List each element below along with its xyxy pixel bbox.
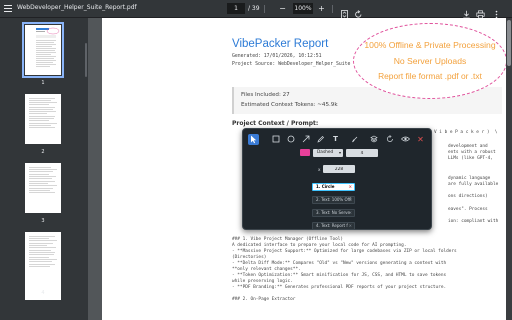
arrow-icon[interactable]: [300, 134, 311, 145]
text-fragment: eaves". Process: [448, 207, 488, 212]
thumbnail-label: 4: [41, 290, 45, 296]
layer-label: 2. Text: 100% Offl: [316, 197, 352, 202]
more-vert-icon[interactable]: [492, 4, 501, 19]
text-fragment: ion: compliant with: [448, 219, 499, 224]
page-thumbnail-1[interactable]: [22, 22, 64, 78]
stroke-width-input[interactable]: [346, 149, 378, 157]
text-icon[interactable]: T: [330, 134, 341, 145]
file-name: WebDeveloper_Helper_Suite_Report.pdf: [17, 4, 137, 11]
redo-icon[interactable]: [384, 134, 395, 145]
pdf-viewer: WebDeveloper_Helper_Suite_Report.pdf / 3…: [0, 0, 512, 320]
highlighter-icon[interactable]: [349, 134, 360, 145]
layer-item[interactable]: 4. Text: Report f ×: [312, 222, 355, 230]
layer-label: 3. Text: No Serve: [316, 210, 350, 215]
page-number-input[interactable]: [227, 3, 245, 14]
project-source: Project Source: WebDeveloper_Helper_Suit…: [232, 62, 351, 67]
eye-icon[interactable]: [400, 134, 411, 145]
close-icon[interactable]: ✕: [415, 134, 426, 145]
promo-offline-text: 100% Offline & Private Processing: [364, 40, 496, 50]
text-fragment: LLMs (like GPT-4,: [448, 156, 493, 161]
remove-layer-icon[interactable]: ×: [349, 223, 352, 229]
page-thumbnail-3[interactable]: [25, 163, 61, 213]
thumbnail-sidebar: 1 2 3 4: [0, 18, 88, 320]
remove-layer-icon[interactable]: ×: [349, 184, 352, 190]
pdf-toolbar: WebDeveloper_Helper_Suite_Report.pdf / 3…: [0, 0, 512, 19]
files-included: Files Included: 27: [241, 92, 290, 98]
thumbnail-label: 3: [41, 218, 45, 224]
document-scrollbar[interactable]: [506, 18, 512, 320]
layer-item[interactable]: 1. Circle ×: [312, 183, 355, 191]
promo-ellipse[interactable]: 100% Offline & Private Processing No Ser…: [353, 23, 507, 99]
layer-item[interactable]: 2. Text: 100% Offl ×: [312, 196, 355, 204]
code-line: - **PDF Branding:** Generates profession…: [232, 285, 447, 290]
text-fragment: ons directions): [448, 194, 488, 199]
thumbnail-label: 2: [41, 149, 45, 155]
layer-label: 1. Circle: [316, 184, 335, 189]
fit-page-icon[interactable]: [340, 4, 349, 19]
line-style-select[interactable]: Dashed: [313, 149, 343, 157]
zoom-out-button[interactable]: −: [277, 3, 288, 14]
page-thumbnail-2[interactable]: [25, 94, 61, 144]
generated-date: Generated: 17/01/2026, 10:12:51: [232, 54, 322, 59]
page-total: / 39: [248, 5, 260, 12]
toolbar-divider: [332, 5, 333, 13]
zoom-input[interactable]: [293, 3, 313, 14]
print-icon[interactable]: [476, 4, 485, 19]
scrollbar-thumb[interactable]: [507, 20, 511, 66]
promo-no-upload-text: No Server Uploads: [393, 56, 467, 66]
annotation-toolbox: T ✕ Dashed x 1. Circle × 2. Text: 100% O…: [242, 128, 432, 230]
hamburger-icon[interactable]: [4, 5, 12, 13]
report-title: VibePacker Report: [232, 38, 329, 50]
zoom-in-button[interactable]: +: [316, 3, 327, 14]
rectangle-icon[interactable]: [270, 134, 281, 145]
x-label: x: [318, 167, 321, 172]
remove-layer-icon[interactable]: ×: [349, 210, 352, 216]
thumbnail-label: 1: [41, 80, 45, 86]
layer-label: 4. Text: Report f: [316, 223, 348, 228]
rotate-icon[interactable]: [354, 4, 363, 18]
cursor-icon[interactable]: [248, 134, 259, 145]
code-line: ### 2. On-Page Extractor: [232, 297, 296, 302]
remove-layer-icon[interactable]: ×: [349, 197, 352, 203]
layer-item[interactable]: 3. Text: No Serve ×: [312, 209, 355, 217]
download-icon[interactable]: [462, 4, 471, 19]
toolbar-divider: [264, 5, 265, 13]
circle-icon[interactable]: [285, 134, 296, 145]
text-fragment: V i b e P a c k e r ) \: [434, 130, 498, 135]
sidebar-scrollbar[interactable]: [85, 43, 87, 77]
text-fragment: are fully available: [448, 182, 499, 187]
x-position-input[interactable]: [323, 165, 355, 173]
color-swatch[interactable]: [300, 149, 310, 156]
section-heading: Project Context / Prompt:: [232, 120, 319, 127]
layers-icon[interactable]: [368, 134, 379, 145]
pen-icon[interactable]: [315, 134, 326, 145]
promo-format-text: Report file format .pdf or .txt: [378, 71, 482, 81]
estimated-tokens: Estimated Context Tokens: ~45.9k: [241, 102, 338, 108]
